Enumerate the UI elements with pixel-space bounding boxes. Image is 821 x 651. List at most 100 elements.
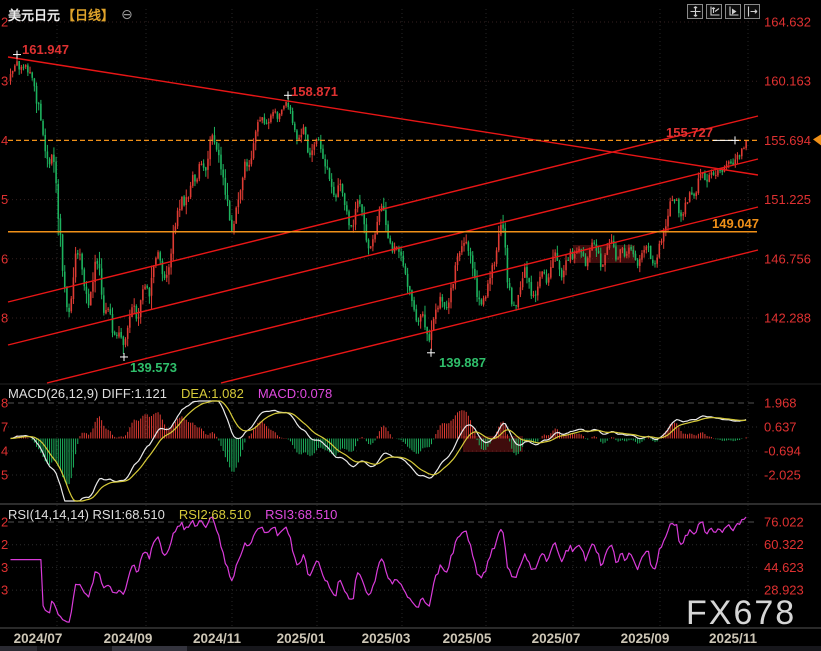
candle-body	[21, 67, 23, 70]
main-y-axis-label: 146.756	[764, 251, 811, 266]
candle-body	[452, 284, 454, 288]
candle-body	[457, 256, 459, 265]
candle-body	[75, 254, 77, 278]
candle-body	[166, 275, 168, 278]
candle-body	[721, 170, 723, 172]
candle-body	[142, 289, 144, 300]
rsi-y-axis-label: 76.022	[764, 515, 804, 530]
candle-body	[300, 135, 302, 137]
candle-body	[711, 172, 713, 175]
candle-body	[179, 209, 181, 210]
candle-body	[439, 297, 441, 309]
main-y-axis-left-digit: 5	[1, 192, 8, 207]
candle-body	[114, 332, 116, 335]
candle-body	[368, 240, 370, 249]
candle-body	[461, 246, 463, 252]
price-annotation: 139.887	[439, 355, 486, 370]
candle-body	[112, 314, 114, 333]
candle-body	[589, 250, 591, 257]
candle-body	[643, 250, 645, 253]
candle-body	[619, 249, 621, 258]
candle-body	[90, 292, 92, 305]
macd-value-dea: DEA:1.082	[181, 386, 244, 401]
candle-body	[183, 196, 185, 205]
candle-body	[207, 159, 209, 170]
candle-body	[628, 248, 630, 254]
candle-body	[376, 222, 378, 235]
collapse-icon[interactable]: ⊖	[121, 6, 133, 23]
candle-body	[272, 112, 274, 116]
candle-body	[680, 212, 682, 216]
candle-body	[47, 151, 49, 158]
scrollbar-segment[interactable]	[0, 646, 37, 651]
y-axis-scale-button[interactable]	[706, 4, 722, 19]
candle-body	[209, 141, 211, 159]
scrollbar-thumb[interactable]	[112, 646, 187, 651]
candle-body	[524, 267, 526, 278]
candle-body	[285, 102, 287, 106]
period-tag: 【日线】	[62, 5, 114, 24]
candle-body	[172, 232, 174, 254]
horizontal-scrollbar[interactable]	[0, 646, 821, 651]
candle-body	[12, 71, 14, 74]
candle-body	[739, 155, 741, 156]
candle-body	[99, 264, 101, 268]
candle-body	[292, 111, 294, 123]
candle-body	[322, 149, 324, 159]
candle-body	[632, 250, 634, 254]
candle-body	[674, 199, 676, 201]
crosshair-move-button[interactable]	[687, 4, 703, 19]
candle-body	[420, 316, 422, 322]
candle-body	[402, 256, 404, 266]
chart-canvas[interactable]: 164.632160.163155.694151.225146.756142.2…	[0, 0, 821, 651]
candle-body	[535, 294, 537, 295]
candle-body	[433, 319, 435, 330]
candle-body	[164, 274, 166, 278]
candle-body	[743, 148, 745, 149]
candle-body	[40, 104, 42, 120]
candle-body	[435, 310, 437, 319]
pan-right-button[interactable]	[744, 4, 760, 19]
candle-body	[539, 277, 541, 286]
candle-body	[478, 298, 480, 300]
candle-body	[86, 287, 88, 294]
candle-body	[485, 297, 487, 299]
x-axis-label: 2024/09	[104, 631, 153, 646]
candle-body	[574, 254, 576, 258]
candle-body	[27, 65, 29, 72]
candle-body	[509, 283, 511, 288]
candle-body	[253, 143, 255, 158]
candle-body	[320, 140, 322, 149]
candle-body	[123, 337, 125, 345]
candle-body	[357, 201, 359, 209]
candle-body	[97, 261, 99, 264]
candle-body	[591, 243, 593, 251]
candle-body	[127, 328, 129, 339]
candle-body	[335, 195, 337, 197]
candle-body	[405, 266, 407, 273]
candle-body	[483, 298, 485, 305]
candle-body	[355, 209, 357, 225]
candle-body	[203, 163, 205, 167]
candle-body	[261, 117, 263, 120]
candle-body	[181, 197, 183, 210]
candle-body	[270, 115, 272, 122]
candle-body	[153, 265, 155, 277]
candle-body	[374, 234, 376, 239]
macd-value-diff: MACD(26,12,9) DIFF:1.121	[8, 386, 167, 401]
candle-body	[546, 274, 548, 283]
candle-body	[157, 252, 159, 258]
candle-body	[728, 162, 730, 164]
x-axis-label: 2025/09	[621, 631, 670, 646]
candle-body	[567, 260, 569, 261]
candle-body	[62, 234, 64, 270]
x-axis-label: 2025/05	[443, 631, 492, 646]
candle-body	[101, 268, 103, 294]
price-annotation: 158.871	[291, 84, 338, 99]
candle-body	[36, 86, 38, 104]
x-axis-scale-button[interactable]	[725, 4, 741, 19]
rsi-value-2: RSI2:68.510	[179, 507, 251, 522]
candle-body	[624, 248, 626, 256]
candle-body	[606, 247, 608, 255]
x-axis-label: 2025/01	[277, 631, 326, 646]
